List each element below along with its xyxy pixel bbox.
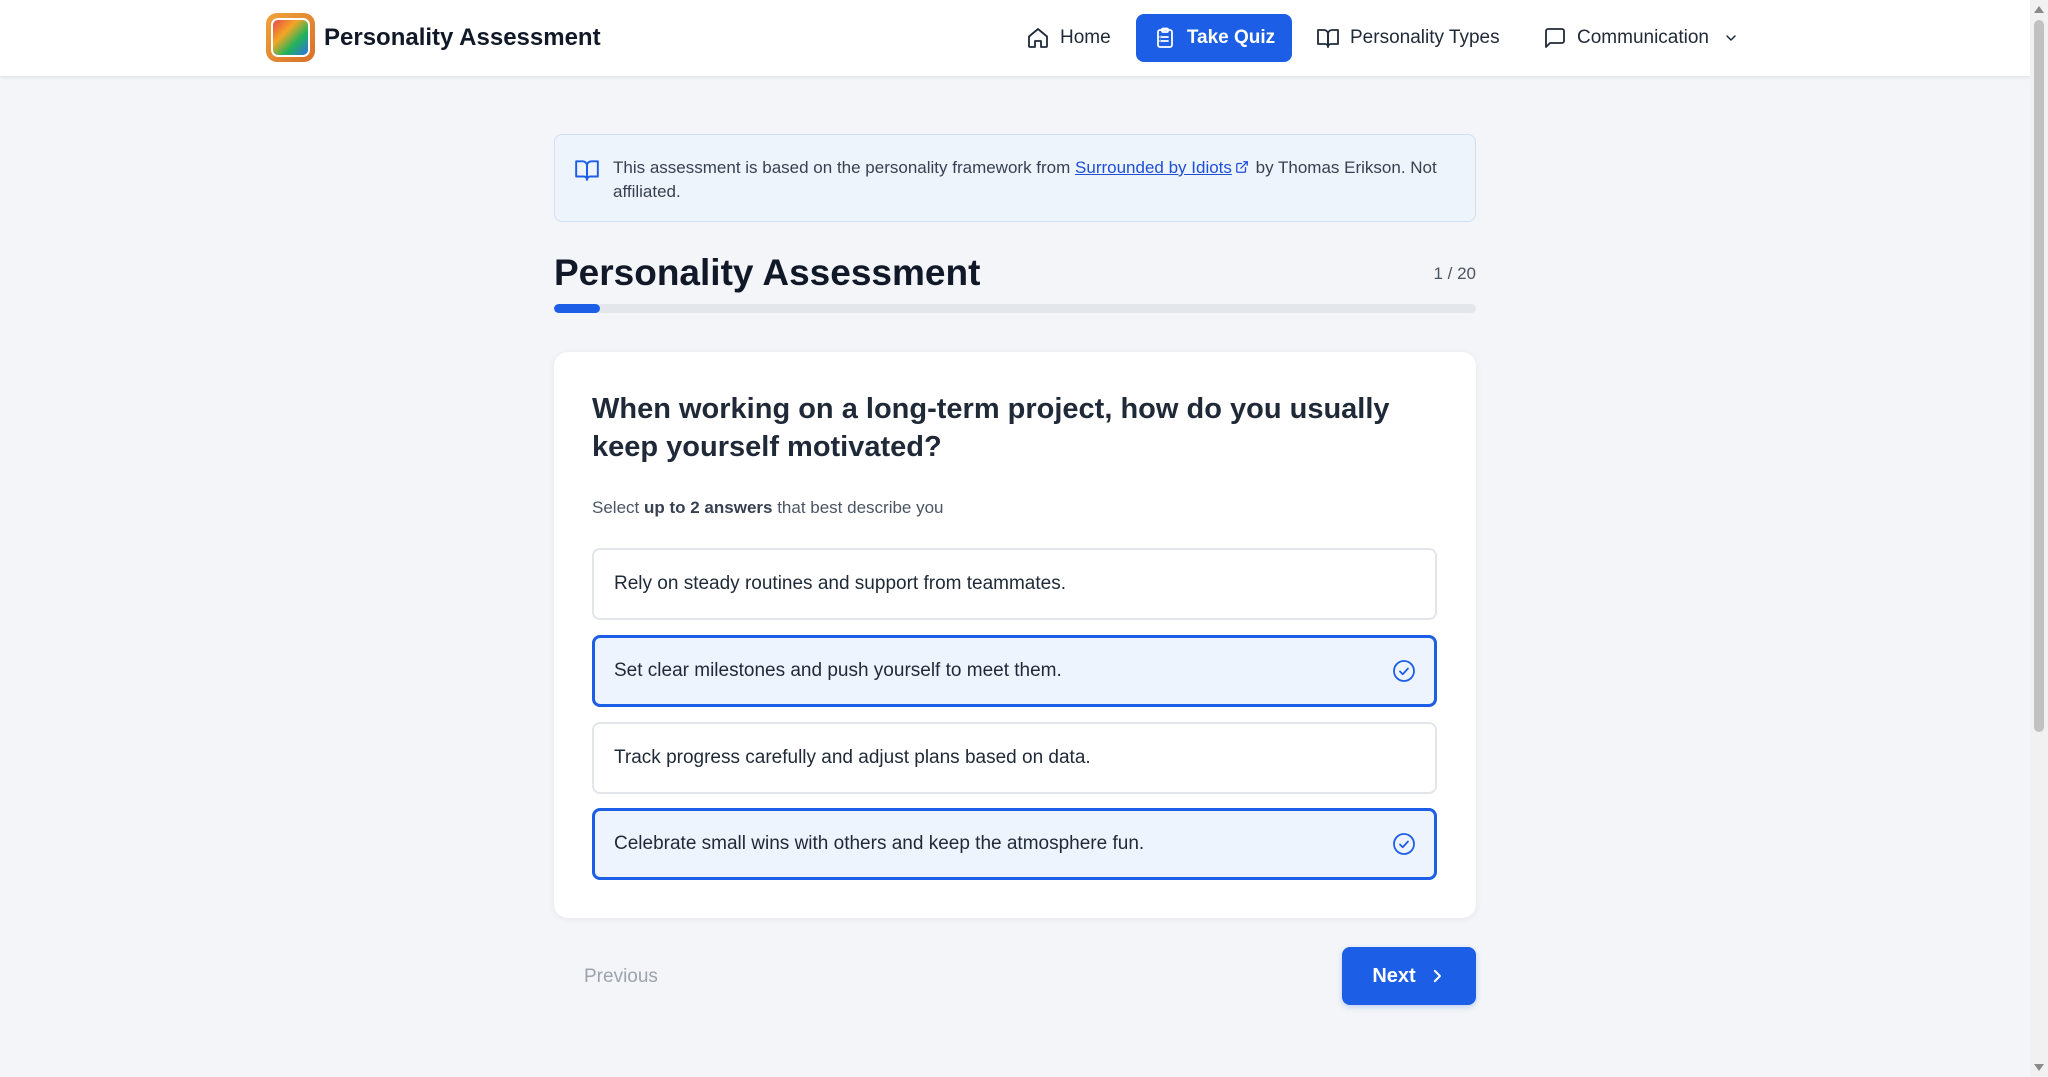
next-button-label: Next — [1372, 964, 1416, 987]
answer-option[interactable]: Set clear milestones and push yourself t… — [592, 635, 1437, 707]
answer-option[interactable]: Track progress carefully and adjust plan… — [592, 722, 1437, 794]
notice-text-before: This assessment is based on the personal… — [613, 158, 1076, 177]
nav-communication-dropdown[interactable]: Communication — [1531, 14, 1751, 62]
answer-option-label: Set clear milestones and push yourself t… — [614, 660, 1062, 681]
chevron-down-icon — [1726, 35, 1736, 41]
attribution-notice: This assessment is based on the personal… — [554, 134, 1476, 222]
scrollbar-thumb[interactable] — [2034, 20, 2044, 732]
home-icon — [1028, 28, 1048, 48]
nav-home-label: Home — [1060, 27, 1111, 48]
top-navigation-bar: Personality Assessment Home Take Quiz Pe… — [0, 0, 2030, 76]
next-button[interactable]: Next — [1342, 947, 1476, 1005]
book-open-icon — [1317, 29, 1339, 48]
clipboard-list-icon — [1156, 27, 1173, 48]
check-circle-icon — [1393, 833, 1415, 855]
nav-personality-types[interactable]: Personality Types — [1304, 14, 1512, 62]
brand-title[interactable]: Personality Assessment — [324, 24, 601, 52]
message-square-icon — [1545, 28, 1565, 48]
nav-home[interactable]: Home — [1014, 14, 1123, 62]
instruction-text-after: that best describe you — [772, 498, 944, 517]
answer-option[interactable]: Celebrate small wins with others and kee… — [592, 808, 1437, 880]
surrounded-by-idiots-link[interactable]: Surrounded by Idiots — [1075, 158, 1232, 177]
external-link-icon[interactable] — [1235, 160, 1249, 174]
nav-take-quiz-label: Take Quiz — [1186, 27, 1276, 48]
question-text: When working on a long-term project, how… — [592, 393, 1390, 463]
instruction-limit: up to 2 answers — [643, 498, 773, 517]
answer-option-label: Track progress carefully and adjust plan… — [614, 747, 1091, 768]
question-card: When working on a long-term project, how… — [554, 352, 1476, 918]
answer-option-label: Celebrate small wins with others and kee… — [614, 833, 1145, 854]
quiz-progress-bar — [554, 304, 1476, 313]
answer-option[interactable]: Rely on steady routines and support from… — [592, 548, 1437, 620]
quiz-progress-fill — [554, 304, 601, 313]
logo-mark — [271, 18, 310, 57]
page-title: Personality Assessment — [554, 252, 981, 293]
app-logo[interactable] — [266, 13, 315, 62]
answer-option-label: Rely on steady routines and support from… — [614, 573, 1067, 594]
nav-personality-types-label: Personality Types — [1350, 27, 1500, 48]
notice-text: This assessment is based on the personal… — [613, 156, 1453, 204]
book-open-icon — [575, 160, 599, 181]
chevron-right-icon — [1433, 969, 1441, 983]
question-counter: 1 / 20 — [1433, 264, 1476, 283]
instruction-text-before: Select — [592, 498, 644, 517]
check-circle-icon — [1393, 660, 1415, 682]
page-scrollbar[interactable] — [2030, 0, 2048, 1077]
scroll-up-arrow-icon[interactable] — [2034, 6, 2044, 13]
previous-button[interactable]: Previous — [572, 952, 670, 1002]
scroll-down-arrow-icon[interactable] — [2034, 1064, 2044, 1071]
nav-take-quiz[interactable]: Take Quiz — [1136, 14, 1292, 62]
answer-instruction: Select up to 2 answers that best describ… — [592, 498, 944, 518]
nav-communication-label: Communication — [1577, 27, 1709, 48]
